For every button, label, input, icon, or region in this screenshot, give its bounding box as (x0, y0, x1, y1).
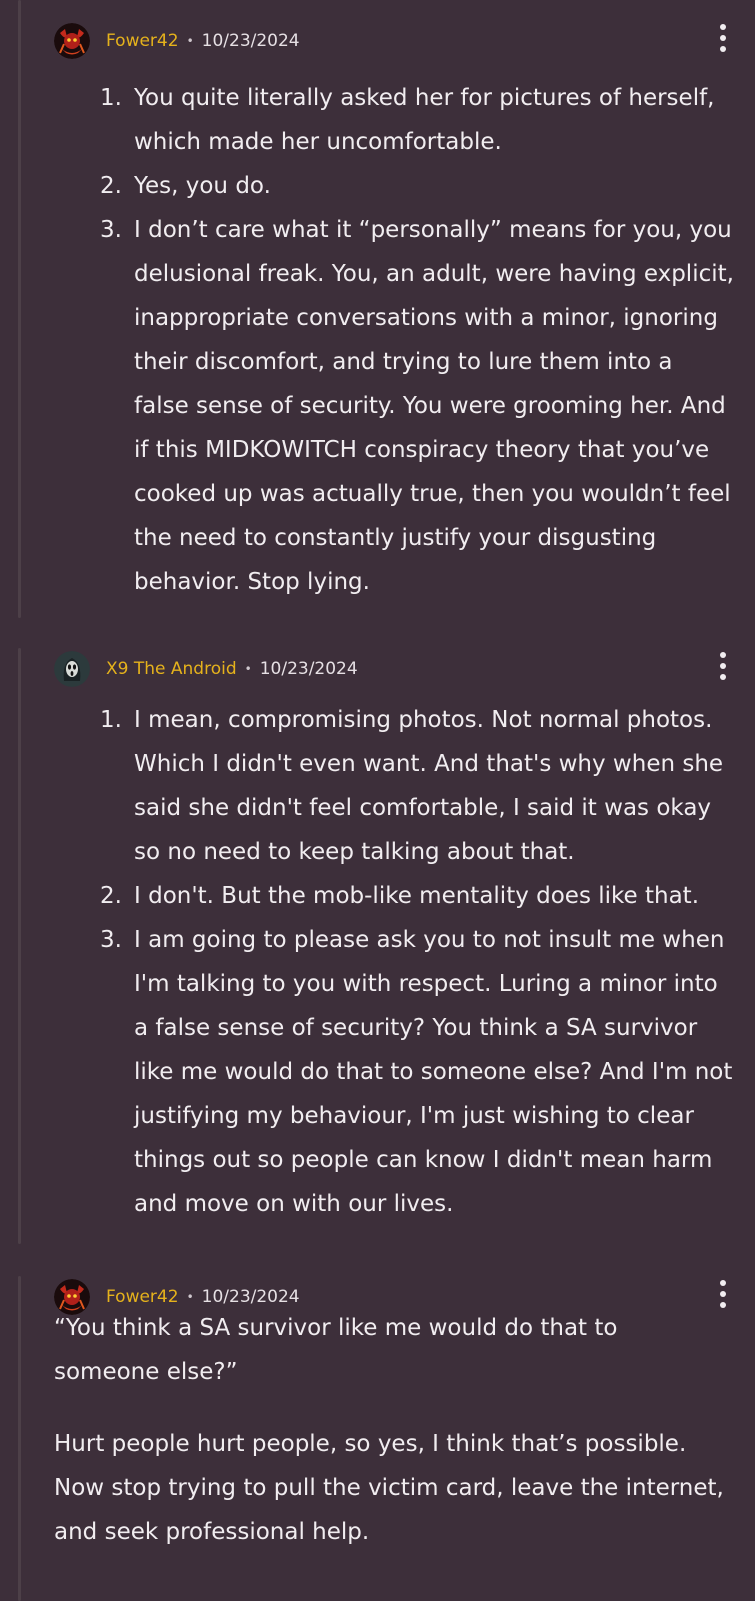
separator-dot: • (244, 662, 252, 676)
list-item: 2. I don't. But the mob-like mentality d… (0, 874, 734, 918)
list-number: 3. (100, 927, 122, 953)
username[interactable]: X9 The Android (106, 659, 237, 679)
vertical-ellipsis-icon[interactable] (717, 1280, 729, 1308)
list-number: 2. (100, 173, 122, 199)
list-item-text: I don’t care what it “personally” means … (134, 217, 734, 595)
separator-dot: • (186, 34, 194, 48)
list-number: 1. (100, 85, 122, 111)
comment-paragraph: “You think a SA survivor like me would d… (54, 1315, 618, 1385)
demon-avatar-icon (54, 23, 90, 59)
list-number: 1. (100, 707, 122, 733)
list-item-text: I don't. But the mob-like mentality does… (134, 883, 700, 909)
list-item: 1. You quite literally asked her for pic… (0, 76, 734, 164)
comment-body-list: 1. I mean, compromising photos. Not norm… (0, 698, 734, 1226)
list-number: 3. (100, 217, 122, 243)
comment-header: X9 The Android • 10/23/2024 (54, 650, 358, 688)
list-item-text: Yes, you do. (134, 173, 271, 199)
comment-body-list: 1. You quite literally asked her for pic… (0, 76, 734, 604)
avatar[interactable] (54, 23, 90, 59)
list-item-text: I mean, compromising photos. Not normal … (134, 707, 724, 865)
thread-line[interactable] (18, 1276, 21, 1601)
avatar[interactable] (54, 651, 90, 687)
list-number: 2. (100, 883, 122, 909)
list-item-text: I am going to please ask you to not insu… (134, 927, 733, 1217)
vertical-ellipsis-icon[interactable] (717, 652, 729, 680)
username[interactable]: Fower42 (106, 31, 179, 51)
comment: Fower42 • 10/23/2024 “You think a SA sur… (0, 1256, 755, 1601)
list-item: 3. I am going to please ask you to not i… (0, 918, 734, 1226)
list-item: 1. I mean, compromising photos. Not norm… (0, 698, 734, 874)
list-item-text: You quite literally asked her for pictur… (134, 85, 715, 155)
comment-header: Fower42 • 10/23/2024 (54, 22, 300, 60)
username[interactable]: Fower42 (106, 1287, 179, 1307)
comment-date: 10/23/2024 (201, 1287, 300, 1307)
comment: Fower42 • 10/23/2024 1. You quite litera… (0, 0, 755, 620)
comment: X9 The Android • 10/23/2024 1. I mean, c… (0, 628, 755, 1248)
list-item: 2. Yes, you do. (0, 164, 734, 208)
comment-date: 10/23/2024 (259, 659, 358, 679)
comment-paragraph: Hurt people hurt people, so yes, I think… (54, 1431, 724, 1545)
vertical-ellipsis-icon[interactable] (717, 24, 729, 52)
ghostface-avatar-icon (54, 651, 90, 687)
separator-dot: • (186, 1290, 194, 1304)
comment-date: 10/23/2024 (201, 31, 300, 51)
list-item: 3. I don’t care what it “personally” mea… (0, 208, 734, 604)
